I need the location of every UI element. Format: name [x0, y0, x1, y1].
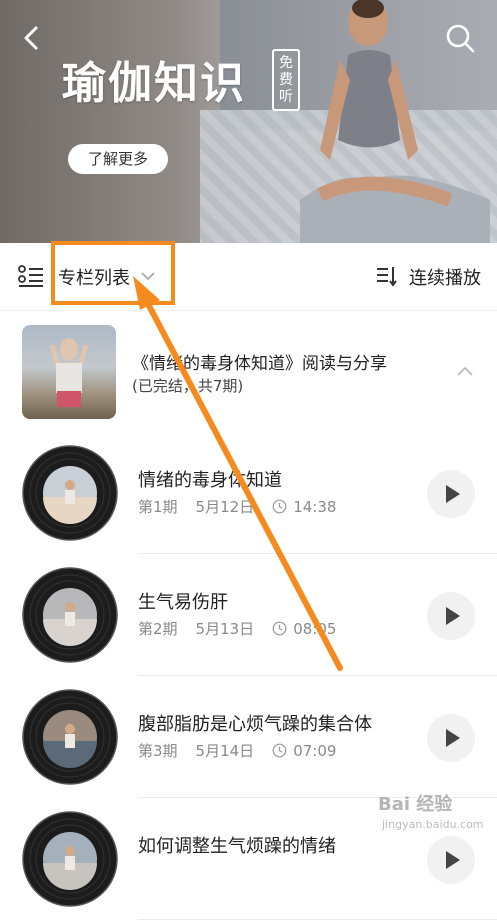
play-button[interactable]: [427, 714, 475, 762]
episode-date: 5月13日: [195, 620, 255, 638]
episode-title: 腹部脂肪是心烦气躁的集合体: [138, 714, 372, 735]
learn-more-button[interactable]: 了解更多: [68, 144, 168, 174]
vinyl-disc-icon: [22, 445, 118, 541]
watermark-url: jingyan.baidu.com: [382, 818, 484, 831]
episode-row[interactable]: 生气易伤肝 第2期 5月13日 08:05: [0, 554, 497, 676]
episode-meta: 第3期 5月14日 07:09: [138, 740, 336, 761]
free-badge-char: 费: [279, 71, 293, 88]
play-icon[interactable]: [427, 714, 475, 762]
column-section-header[interactable]: 《情绪的毒身体知道》阅读与分享 (已完结，共7期): [0, 310, 497, 432]
vinyl-disc-icon: [22, 811, 118, 907]
play-icon[interactable]: [427, 470, 475, 518]
clock-icon: [272, 499, 287, 514]
clock-icon: [272, 743, 287, 758]
play-button[interactable]: [427, 836, 475, 884]
episode-duration: 08:05: [293, 619, 337, 638]
play-icon[interactable]: [427, 592, 475, 640]
episode-number: 第3期: [138, 742, 178, 760]
continuous-play-button[interactable]: 连续播放: [409, 264, 481, 290]
column-title: 《情绪的毒身体知道》阅读与分享: [132, 354, 387, 374]
episode-date: 5月14日: [195, 742, 255, 760]
episode-meta: 第2期 5月13日 08:05: [138, 618, 336, 639]
list-toolbar: 专栏列表 连续播放: [0, 243, 497, 311]
episode-duration: 14:38: [293, 497, 337, 516]
episode-duration: 07:09: [293, 741, 337, 760]
free-listen-badge: 免 费 听: [272, 49, 300, 111]
search-icon[interactable]: [444, 22, 476, 54]
column-cover-image: [22, 325, 116, 419]
episode-row[interactable]: 如何调整生气烦躁的情绪: [0, 798, 497, 920]
hero-banner: 瑜伽知识 免 费 听 了解更多: [0, 0, 497, 243]
vinyl-disc-icon: [22, 689, 118, 785]
vinyl-disc-icon: [22, 567, 118, 663]
continuous-play-icon[interactable]: [376, 265, 398, 287]
column-list-dropdown[interactable]: 专栏列表: [58, 264, 130, 290]
episode-title: 如何调整生气烦躁的情绪: [138, 836, 336, 857]
play-button[interactable]: [427, 592, 475, 640]
episode-number: 第2期: [138, 620, 178, 638]
watermark: Bai 经验: [378, 794, 453, 815]
episode-title: 生气易伤肝: [138, 592, 228, 613]
play-icon[interactable]: [427, 836, 475, 884]
episode-title: 情绪的毒身体知道: [138, 470, 282, 491]
play-button[interactable]: [427, 470, 475, 518]
back-icon[interactable]: [18, 24, 46, 52]
chevron-down-icon[interactable]: [140, 270, 156, 282]
chevron-up-icon[interactable]: [456, 365, 474, 377]
column-status: (已完结，共7期): [132, 377, 244, 395]
list-icon[interactable]: [18, 265, 44, 287]
clock-icon: [272, 621, 287, 636]
free-badge-char: 免: [279, 54, 293, 71]
episode-row[interactable]: 情绪的毒身体知道 第1期 5月12日 14:38: [0, 432, 497, 554]
page-title: 瑜伽知识: [62, 58, 246, 109]
episode-row[interactable]: 腹部脂肪是心烦气躁的集合体 第3期 5月14日 07:09: [0, 676, 497, 798]
episode-number: 第1期: [138, 498, 178, 516]
episode-date: 5月12日: [195, 498, 255, 516]
episode-meta: 第1期 5月12日 14:38: [138, 496, 336, 517]
free-badge-char: 听: [279, 88, 293, 105]
